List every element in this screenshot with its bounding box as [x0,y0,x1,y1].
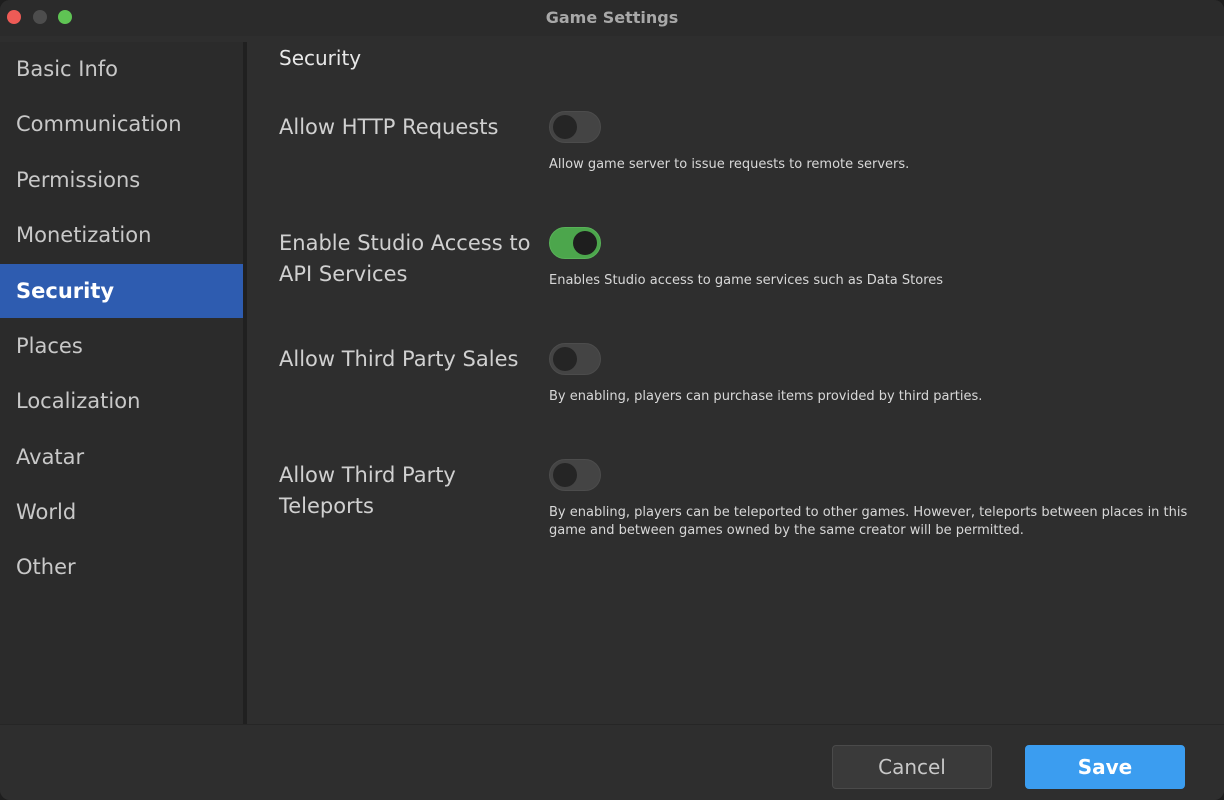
cancel-button[interactable]: Cancel [832,745,992,789]
sidebar-item-world[interactable]: World [0,485,243,539]
third-party-teleports-toggle[interactable] [549,459,601,491]
sidebar-item-other[interactable]: Other [0,540,243,594]
settings-panel: Security Allow HTTP Requests Allow game … [247,36,1224,724]
third-party-sales-toggle[interactable] [549,343,601,375]
toggle-knob [573,231,597,255]
game-settings-window: Game Settings Basic Info Communication P… [0,0,1224,800]
sidebar-item-localization[interactable]: Localization [0,374,243,428]
sidebar-item-permissions[interactable]: Permissions [0,153,243,207]
toggle-knob [553,347,577,371]
setting-label: Allow Third Party Sales [279,347,519,371]
setting-description: By enabling, players can purchase items … [549,389,983,404]
setting-label: Enable Studio Access to API Services [279,231,531,286]
sidebar-item-places[interactable]: Places [0,319,243,373]
setting-label: Allow Third Party Teleports [279,463,456,518]
sidebar-item-communication[interactable]: Communication [0,97,243,151]
sidebar-item-avatar[interactable]: Avatar [0,430,243,484]
setting-description: Allow game server to issue requests to r… [549,157,910,172]
studio-api-access-toggle[interactable] [549,227,601,259]
sidebar-item-basic-info[interactable]: Basic Info [0,42,243,96]
title-bar: Game Settings [0,0,1224,36]
dialog-footer: Cancel Save [0,724,1224,800]
page-title: Security [279,46,362,70]
setting-description: By enabling, players can be teleported t… [549,505,1188,538]
save-button[interactable]: Save [1025,745,1185,789]
setting-description: Enables Studio access to game services s… [549,273,944,288]
toggle-knob [553,115,577,139]
sidebar-item-security[interactable]: Security [0,264,243,318]
window-title: Game Settings [545,8,679,27]
toggle-knob [553,463,577,487]
setting-label: Allow HTTP Requests [279,115,499,139]
sidebar-item-monetization[interactable]: Monetization [0,208,243,262]
http-requests-toggle[interactable] [549,111,601,143]
sidebar: Basic Info Communication Permissions Mon… [0,42,243,724]
